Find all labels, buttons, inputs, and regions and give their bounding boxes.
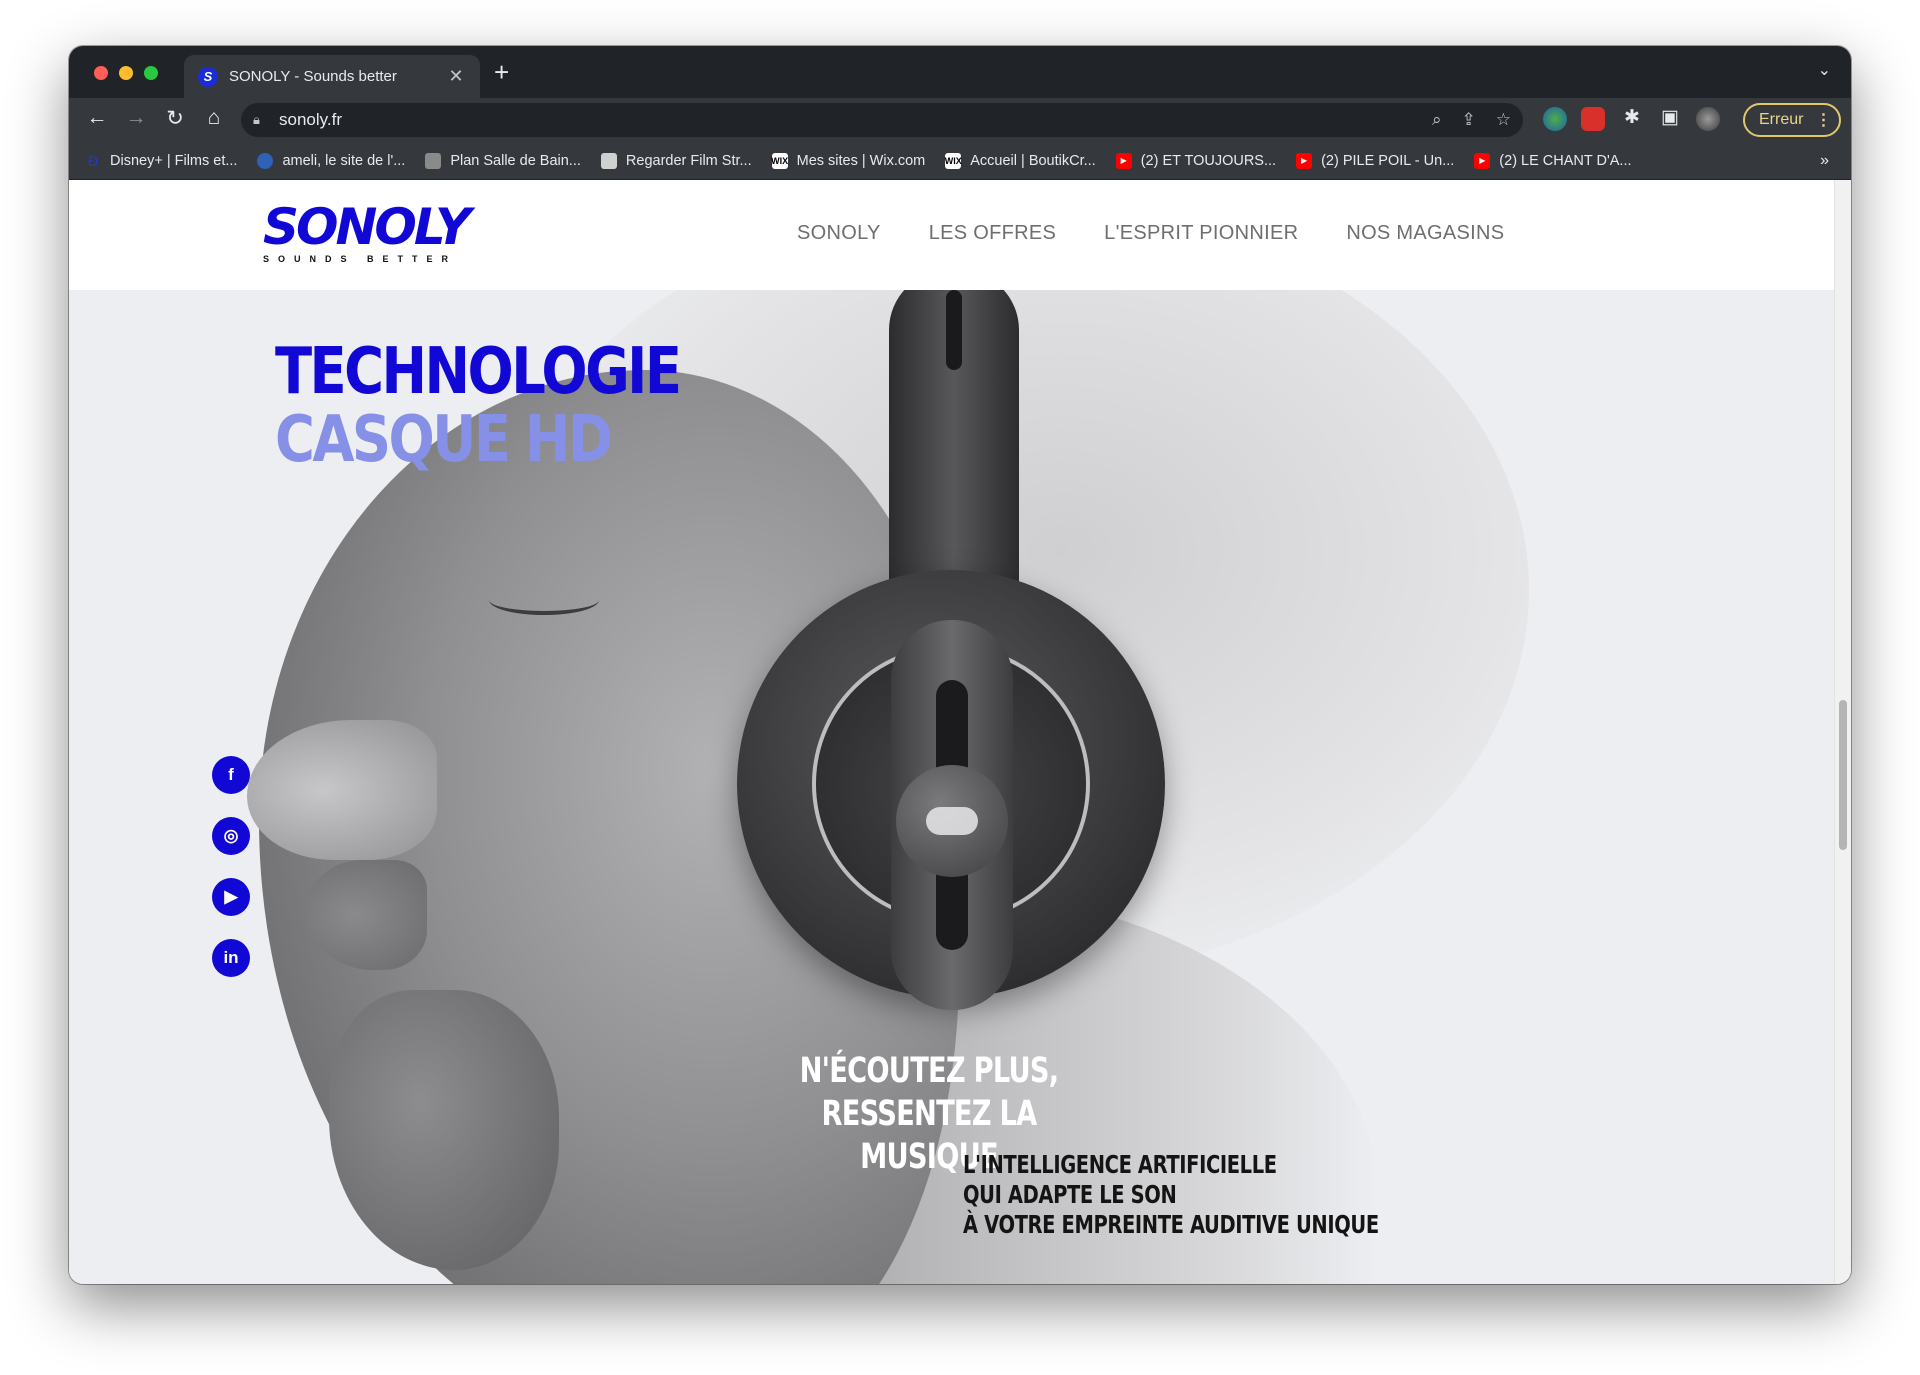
wix-icon: WIX	[771, 152, 788, 169]
facebook-icon[interactable]: f	[212, 756, 250, 794]
bookmark-item[interactable]: ▶ (2) LE CHANT D'A...	[1474, 152, 1632, 169]
bookmarks-more-icon[interactable]: »	[1820, 152, 1829, 170]
instagram-icon[interactable]: ◎	[212, 817, 250, 855]
lock-icon[interactable]: 🔒︎	[253, 112, 273, 128]
sonoly-logo[interactable]: SONOLY SOUNDS BETTER	[263, 198, 471, 264]
site-header: SONOLY SOUNDS BETTER SONOLY LES OFFRES L…	[69, 180, 1834, 290]
hero-title-line2: CASQUE HD	[275, 403, 613, 477]
facebook-link[interactable]: f	[212, 756, 250, 794]
minimize-window-button[interactable]	[119, 66, 133, 80]
bookmark-label: (2) PILE POIL - Un...	[1321, 152, 1455, 169]
back-arrow-icon[interactable]: ←	[83, 106, 111, 130]
page-scrollbar[interactable]	[1834, 180, 1851, 1284]
main-menu: SONOLY LES OFFRES L'ESPRIT PIONNIER NOS …	[797, 222, 1552, 245]
hero-eye-shape	[489, 585, 599, 615]
extensions-puzzle-icon[interactable]: ✱	[1618, 106, 1646, 129]
kebab-menu-icon[interactable]: ⋮	[1815, 110, 1831, 130]
bookmark-item[interactable]: Đ Disney+ | Films et...	[85, 152, 238, 169]
bookmark-item[interactable]: Regarder Film Str...	[600, 152, 752, 169]
youtube-icon[interactable]: ▶	[212, 878, 250, 916]
avatar[interactable]	[1696, 107, 1720, 131]
bookmark-label: Mes sites | Wix.com	[796, 152, 926, 169]
profile-error-label: Erreur	[1759, 111, 1804, 128]
hero-title: TECHNOLOGIE CASQUE HD	[275, 335, 682, 477]
hero-section: TECHNOLOGIE CASQUE HD f ◎ ▶ in N'ÉCOUTEZ…	[69, 290, 1834, 1284]
share-icon[interactable]: ⇪	[1462, 110, 1476, 130]
linkedin-link[interactable]: in	[212, 939, 250, 977]
tab-close-icon[interactable]: ✕	[446, 66, 466, 87]
bookmark-star-icon[interactable]: ☆	[1496, 110, 1511, 130]
scrollbar-thumb[interactable]	[1839, 700, 1847, 850]
bookmark-label: Accueil | BoutikCr...	[970, 152, 1096, 169]
bookmark-item[interactable]: WIX Accueil | BoutikCr...	[945, 152, 1096, 169]
side-panel-icon[interactable]: ▣	[1656, 106, 1684, 129]
url-text[interactable]: sonoly.fr	[279, 110, 1412, 130]
hero-title-line1: TECHNOLOGIE	[275, 335, 682, 409]
bookmark-label: Regarder Film Str...	[625, 152, 752, 169]
disney-icon: Đ	[87, 152, 99, 169]
address-bar[interactable]: 🔒︎ sonoly.fr ⌕ ⇪ ☆	[241, 103, 1523, 137]
hero-chin-shape	[329, 990, 559, 1270]
page-icon	[600, 152, 617, 169]
menu-item-sonoly[interactable]: SONOLY	[797, 222, 881, 245]
hero-subtagline: L'INTELLIGENCE ARTIFICIELLE QUI ADAPTE L…	[963, 1150, 1379, 1240]
headband-slot	[946, 290, 962, 370]
bookmark-item[interactable]: WIX Mes sites | Wix.com	[771, 152, 926, 169]
bookmark-item[interactable]: ameli, le site de l'...	[257, 152, 406, 169]
wix-icon: WIX	[945, 152, 962, 169]
subtag-line2: QUI ADAPTE LE SON	[963, 1180, 1177, 1209]
youtube-icon: ▶	[1296, 152, 1313, 169]
zoom-search-icon[interactable]: ⌕	[1432, 110, 1442, 130]
ameli-icon	[257, 152, 274, 169]
home-icon[interactable]: ⌂	[200, 106, 228, 130]
bookmarks-bar: Đ Disney+ | Films et... ameli, le site de…	[69, 142, 1851, 180]
browser-window: S SONOLY - Sounds better ✕ + ⌄ ← → ↻ ⌂ 🔒…	[69, 46, 1851, 1284]
forward-arrow-icon[interactable]: →	[122, 106, 150, 130]
youtube-icon: ▶	[1115, 152, 1132, 169]
menu-item-magasins[interactable]: NOS MAGASINS	[1346, 222, 1504, 245]
reload-icon[interactable]: ↻	[161, 106, 189, 131]
youtube-icon: ▶	[1474, 152, 1491, 169]
bookmark-label: (2) ET TOUJOURS...	[1140, 152, 1277, 169]
bookmark-label: (2) LE CHANT D'A...	[1499, 152, 1632, 169]
bookmark-item[interactable]: ▶ (2) ET TOUJOURS...	[1115, 152, 1277, 169]
instagram-link[interactable]: ◎	[212, 817, 250, 855]
browser-toolbar: ← → ↻ ⌂ 🔒︎ sonoly.fr ⌕ ⇪ ☆ ✱ ▣ Erreur ⋮	[69, 98, 1851, 142]
maximize-window-button[interactable]	[144, 66, 158, 80]
tagline-line1: N'ÉCOUTEZ PLUS,	[799, 1051, 1060, 1091]
logo-wordmark: SONOLY	[263, 198, 471, 256]
headphone-knob	[896, 765, 1008, 877]
new-tab-button[interactable]: +	[494, 57, 509, 88]
menu-item-esprit-pionnier[interactable]: L'ESPRIT PIONNIER	[1104, 222, 1298, 245]
profile-error-button[interactable]: Erreur ⋮	[1743, 103, 1841, 137]
tab-search-chevron-icon[interactable]: ⌄	[1818, 60, 1831, 80]
menu-item-offres[interactable]: LES OFFRES	[929, 222, 1056, 245]
bookmark-label: ameli, le site de l'...	[282, 152, 406, 169]
image-icon	[425, 152, 442, 169]
tab-strip: S SONOLY - Sounds better ✕ + ⌄	[69, 46, 1851, 98]
youtube-link[interactable]: ▶	[212, 878, 250, 916]
linkedin-icon[interactable]: in	[212, 939, 250, 977]
bookmark-item[interactable]: ▶ (2) PILE POIL - Un...	[1296, 152, 1455, 169]
subtag-line1: L'INTELLIGENCE ARTIFICIELLE	[963, 1150, 1277, 1179]
globe-extension-icon[interactable]	[1543, 107, 1567, 131]
logo-tagline: SOUNDS BETTER	[263, 254, 458, 264]
tab-title: SONOLY - Sounds better	[229, 68, 397, 85]
knob-mark	[926, 807, 978, 835]
close-window-button[interactable]	[94, 66, 108, 80]
bookmark-label: Plan Salle de Bain...	[450, 152, 581, 169]
sonoly-favicon-icon: S	[198, 66, 218, 87]
web-page: TECHNOLOGIE CASQUE HD f ◎ ▶ in N'ÉCOUTEZ…	[69, 180, 1851, 1284]
subtag-line3: À VOTRE EMPREINTE AUDITIVE UNIQUE	[963, 1210, 1379, 1239]
adblock-extension-icon[interactable]	[1581, 107, 1605, 131]
bookmark-label: Disney+ | Films et...	[110, 152, 238, 169]
bookmark-item[interactable]: Plan Salle de Bain...	[425, 152, 581, 169]
browser-tab-active[interactable]: S SONOLY - Sounds better ✕	[184, 55, 480, 98]
